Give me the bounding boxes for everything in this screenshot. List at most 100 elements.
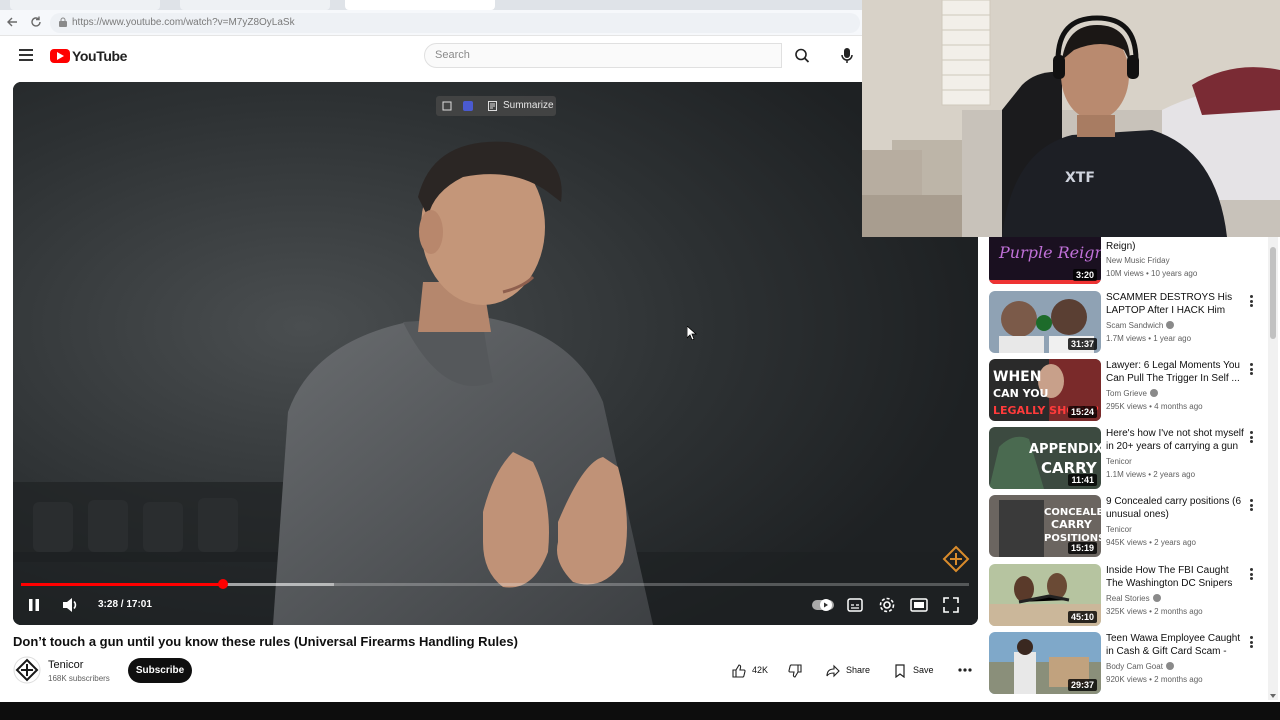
share-button[interactable]: Share	[820, 658, 878, 683]
dislike-button[interactable]	[782, 658, 808, 683]
video-meta: 920K views • 2 months ago	[1106, 675, 1203, 684]
more-actions-icon[interactable]	[956, 661, 974, 679]
back-arrow-icon[interactable]	[4, 15, 20, 31]
screen: https://www.youtube.com/watch?v=M7yZ8OyL…	[0, 0, 1280, 720]
more-options-icon[interactable]	[1247, 363, 1255, 377]
share-arrow-icon	[826, 664, 840, 678]
mouse-cursor-icon	[687, 326, 697, 340]
more-options-icon[interactable]	[1247, 636, 1255, 650]
video-duration: 3:20	[1072, 269, 1097, 281]
youtube-logo[interactable]: YouTube	[50, 48, 127, 64]
address-url: https://www.youtube.com/watch?v=M7yZ8OyL…	[72, 17, 295, 28]
recommendation-item[interactable]: CONCEALEDCARRYPOSITIONS 15:19 9 Conceale…	[989, 495, 1279, 557]
video-duration: 29:37	[1067, 679, 1097, 691]
channel-name[interactable]: Body Cam Goat	[1106, 662, 1174, 671]
more-options-icon[interactable]	[1247, 499, 1255, 513]
save-button[interactable]: Save	[886, 658, 942, 683]
video-title-link[interactable]: SCAMMER DESTROYS His LAPTOP After I HACK…	[1106, 291, 1248, 317]
youtube-play-icon	[50, 49, 70, 63]
video-title-link[interactable]: Lawyer: 6 Legal Moments You Can Pull The…	[1106, 359, 1248, 385]
video-player[interactable]: Summarize 3:28 / 17:01	[13, 82, 978, 625]
sidebar-scrollbar[interactable]	[1268, 237, 1278, 700]
svg-text:CARRY: CARRY	[1051, 518, 1093, 531]
video-title-link[interactable]: Here's how I've not shot myself in 20+ y…	[1106, 427, 1248, 453]
video-thumbnail[interactable]: 31:37	[989, 291, 1101, 353]
channel-name[interactable]: Tom Grieve	[1106, 389, 1158, 398]
verified-badge-icon	[1165, 662, 1174, 670]
video-duration: 45:10	[1067, 611, 1097, 623]
recommendation-item[interactable]: WHEN CAN YOU LEGALLY SHOOT? 15:24 Lawyer: …	[989, 359, 1279, 421]
settings-gear-icon[interactable]	[878, 595, 896, 615]
recommendations-sidebar: Purple Reign 3:20 Reign) New Music Frida…	[982, 237, 1280, 701]
thumbs-up-icon	[732, 664, 746, 678]
recommendation-item[interactable]: 29:37 Teen Wawa Employee Caught in Cash …	[989, 632, 1279, 694]
like-button[interactable]: 42K	[726, 658, 774, 683]
scroll-down-arrow-icon[interactable]	[1270, 694, 1276, 698]
theater-mode-icon[interactable]	[910, 595, 928, 615]
thumbs-down-icon	[788, 664, 802, 678]
video-meta: 1.1M views • 2 years ago	[1106, 470, 1196, 479]
scrollbar-thumb[interactable]	[1270, 247, 1276, 339]
video-duration: 31:37	[1067, 338, 1097, 350]
svg-text:APPENDIX: APPENDIX	[1029, 442, 1101, 457]
recommendation-item[interactable]: APPENDIX CARRY 11:41 Here's how I've not …	[989, 427, 1279, 489]
video-meta: 325K views • 2 months ago	[1106, 607, 1203, 616]
youtube-header: YouTube Search	[0, 36, 862, 80]
more-options-icon[interactable]	[1247, 431, 1255, 445]
video-thumbnail[interactable]: Purple Reign 3:20	[989, 237, 1101, 284]
channel-name[interactable]: Real Stories	[1106, 594, 1161, 603]
subscribe-button[interactable]: Subscribe	[128, 658, 192, 683]
video-title-link[interactable]: 9 Concealed carry positions (6 unusual o…	[1106, 495, 1248, 521]
video-title-link[interactable]: Teen Wawa Employee Caught in Cash & Gift…	[1106, 632, 1248, 658]
video-thumbnail[interactable]: 45:10	[989, 564, 1101, 626]
youtube-logo-text: YouTube	[72, 48, 128, 64]
save-label: Save	[913, 665, 934, 675]
video-meta: 295K views • 4 months ago	[1106, 402, 1203, 411]
webcam-overlay: XTF	[862, 0, 1280, 237]
site-info-icon[interactable]	[58, 17, 68, 28]
channel-avatar[interactable]	[13, 656, 41, 684]
pause-icon[interactable]	[27, 595, 41, 615]
fullscreen-icon[interactable]	[942, 595, 960, 615]
browser-tab[interactable]	[180, 0, 330, 10]
time-display: 3:28 / 17:01	[98, 599, 152, 610]
channel-name[interactable]: Tenicor	[1106, 525, 1132, 534]
search-input[interactable]: Search	[424, 43, 782, 68]
recommendation-item[interactable]: 31:37 SCAMMER DESTROYS His LAPTOP After …	[989, 291, 1279, 353]
browser-tab-active[interactable]	[345, 0, 495, 10]
video-duration: 11:41	[1068, 474, 1097, 486]
recommendation-item[interactable]: 45:10 Inside How The FBI Caught The Wash…	[989, 564, 1279, 626]
voice-search-button[interactable]	[838, 46, 856, 66]
channel-name[interactable]: New Music Friday	[1106, 256, 1170, 265]
reload-icon[interactable]	[28, 15, 44, 31]
summarize-button[interactable]: Summarize	[503, 100, 554, 111]
menu-icon[interactable]	[19, 49, 33, 61]
more-options-icon[interactable]	[1247, 295, 1255, 309]
like-count: 42K	[752, 665, 769, 675]
address-bar[interactable]: https://www.youtube.com/watch?v=M7yZ8OyL…	[50, 13, 860, 33]
video-title-link[interactable]: Reign)	[1106, 240, 1248, 253]
video-thumbnail[interactable]: CONCEALEDCARRYPOSITIONS 15:19	[989, 495, 1101, 557]
channel-name[interactable]: Tenicor	[48, 659, 83, 671]
browser-tab[interactable]	[10, 0, 160, 10]
captions-icon[interactable]	[847, 595, 863, 615]
translate-icon[interactable]	[463, 101, 473, 111]
channel-name[interactable]: Tenicor	[1106, 457, 1132, 466]
video-title: Don’t touch a gun until you know these r…	[13, 634, 518, 649]
recommendation-item[interactable]: Purple Reign 3:20 Reign) New Music Frida…	[989, 237, 1279, 284]
search-button[interactable]	[782, 43, 822, 68]
video-title-link[interactable]: Inside How The FBI Caught The Washington…	[1106, 564, 1248, 590]
channel-watermark-icon[interactable]	[942, 545, 970, 573]
progress-bar[interactable]	[21, 579, 969, 589]
scrubber-handle[interactable]	[217, 579, 228, 589]
channel-name[interactable]: Scam Sandwich	[1106, 321, 1175, 330]
video-thumbnail[interactable]: APPENDIX CARRY 11:41	[989, 427, 1101, 489]
more-options-icon[interactable]	[1247, 568, 1255, 582]
screenshot-icon[interactable]	[442, 101, 452, 111]
autoplay-toggle-icon[interactable]	[811, 595, 835, 615]
video-thumbnail[interactable]: 29:37	[989, 632, 1101, 694]
video-thumbnail[interactable]: WHEN CAN YOU LEGALLY SHOOT? 15:24	[989, 359, 1101, 421]
subscriber-count: 168K subscribers	[48, 674, 110, 683]
search-icon	[795, 48, 810, 63]
volume-icon[interactable]	[61, 595, 79, 615]
